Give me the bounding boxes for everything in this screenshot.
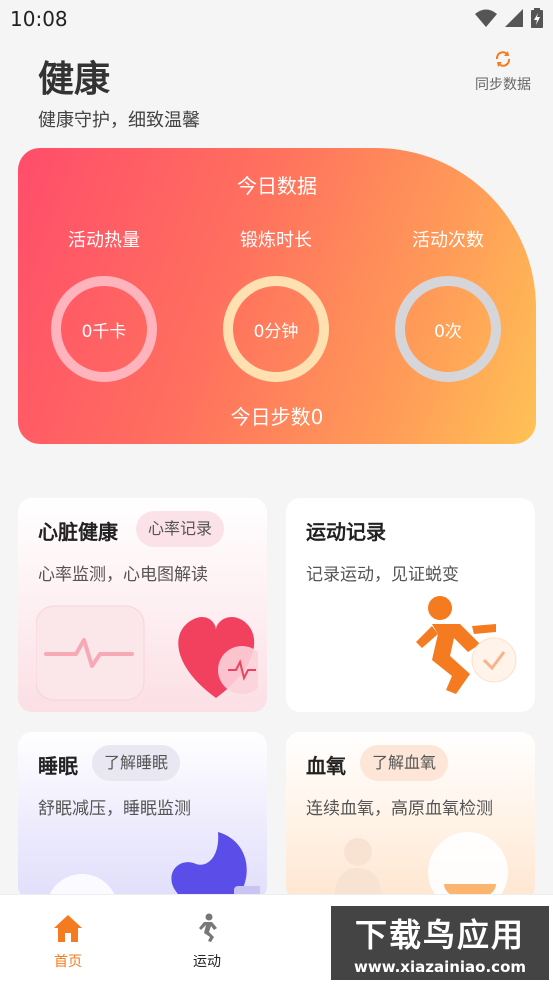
wifi-icon [475, 9, 497, 27]
nav-label: 首页 [54, 954, 82, 970]
page-title: 健康 [38, 59, 111, 100]
today-steps: 今日步数0 [230, 405, 324, 429]
watermark-title: 下载鸟应用 [354, 916, 525, 954]
status-time: 10:08 [10, 7, 68, 31]
heart-card-desc: 心率监测，心电图解读 [38, 565, 208, 585]
exercise-card-title: 运动记录 [306, 520, 386, 544]
today-title: 今日数据 [237, 174, 317, 198]
metric-value: 0次 [434, 321, 462, 342]
status-icons [475, 8, 543, 28]
home-icon [54, 915, 82, 942]
metric-label: 活动热量 [68, 230, 140, 251]
metric-label: 活动次数 [412, 230, 484, 251]
learn-sleep-tag[interactable]: 了解睡眠 [92, 745, 181, 781]
sleep-card-title: 睡眠 [38, 754, 78, 778]
running-icon [199, 913, 217, 942]
duration-ring: 0分钟 [223, 276, 329, 382]
battery-icon [531, 8, 543, 28]
heart-illustration [36, 605, 258, 701]
metric-duration: 锻炼时长 0分钟 [221, 226, 331, 382]
learn-oxygen-tag[interactable]: 了解血氧 [360, 745, 449, 781]
exercise-card-desc: 记录运动，见证蜕变 [306, 565, 459, 585]
nav-item-exercise[interactable]: 运动 [167, 913, 247, 971]
sync-label: 同步数据 [475, 77, 531, 93]
nav-item-home[interactable]: 首页 [28, 913, 108, 971]
cell-signal-icon [505, 9, 523, 27]
sync-icon [495, 51, 511, 67]
heart-health-card[interactable]: 心脏健康 心率记录 心率监测，心电图解读 [18, 498, 267, 712]
oxygen-card-title: 血氧 [306, 754, 346, 778]
calories-ring: 0千卡 [51, 276, 157, 382]
today-data-card[interactable]: 今日数据 活动热量 0千卡 锻炼时长 0分钟 活动次数 0次 今日步数0 [18, 148, 536, 444]
moon-illustration [47, 832, 260, 900]
running-illustration [416, 596, 517, 694]
heart-card-title: 心脏健康 [38, 520, 118, 544]
sync-data-button[interactable]: 同步数据 [471, 50, 535, 94]
metric-value: 0分钟 [253, 321, 299, 342]
metric-value: 0千卡 [81, 321, 127, 342]
heart-rate-record-tag[interactable]: 心率记录 [136, 511, 225, 547]
metric-label: 锻炼时长 [240, 230, 312, 251]
status-bar: 10:08 [0, 0, 553, 38]
metric-calories: 活动热量 0千卡 [49, 226, 159, 382]
metric-count: 活动次数 0次 [393, 226, 503, 382]
oxygen-card-desc: 连续血氧，高原血氧检测 [306, 799, 493, 819]
blood-oxygen-card[interactable]: 血氧 了解血氧 连续血氧，高原血氧检测 [286, 732, 535, 900]
count-ring: 0次 [395, 276, 501, 382]
exercise-record-card[interactable]: 运动记录 记录运动，见证蜕变 [286, 498, 535, 712]
sleep-card[interactable]: 睡眠 了解睡眠 舒眠减压，睡眠监测 [18, 732, 267, 900]
oxygen-illustration [334, 832, 508, 900]
nav-label: 运动 [193, 954, 221, 970]
watermark-url: www.xiazainiao.com [353, 958, 527, 976]
watermark: 下载鸟应用 www.xiazainiao.com [331, 906, 549, 980]
page-subtitle: 健康守护，细致温馨 [38, 110, 200, 131]
sleep-card-desc: 舒眠减压，睡眠监测 [38, 799, 191, 819]
